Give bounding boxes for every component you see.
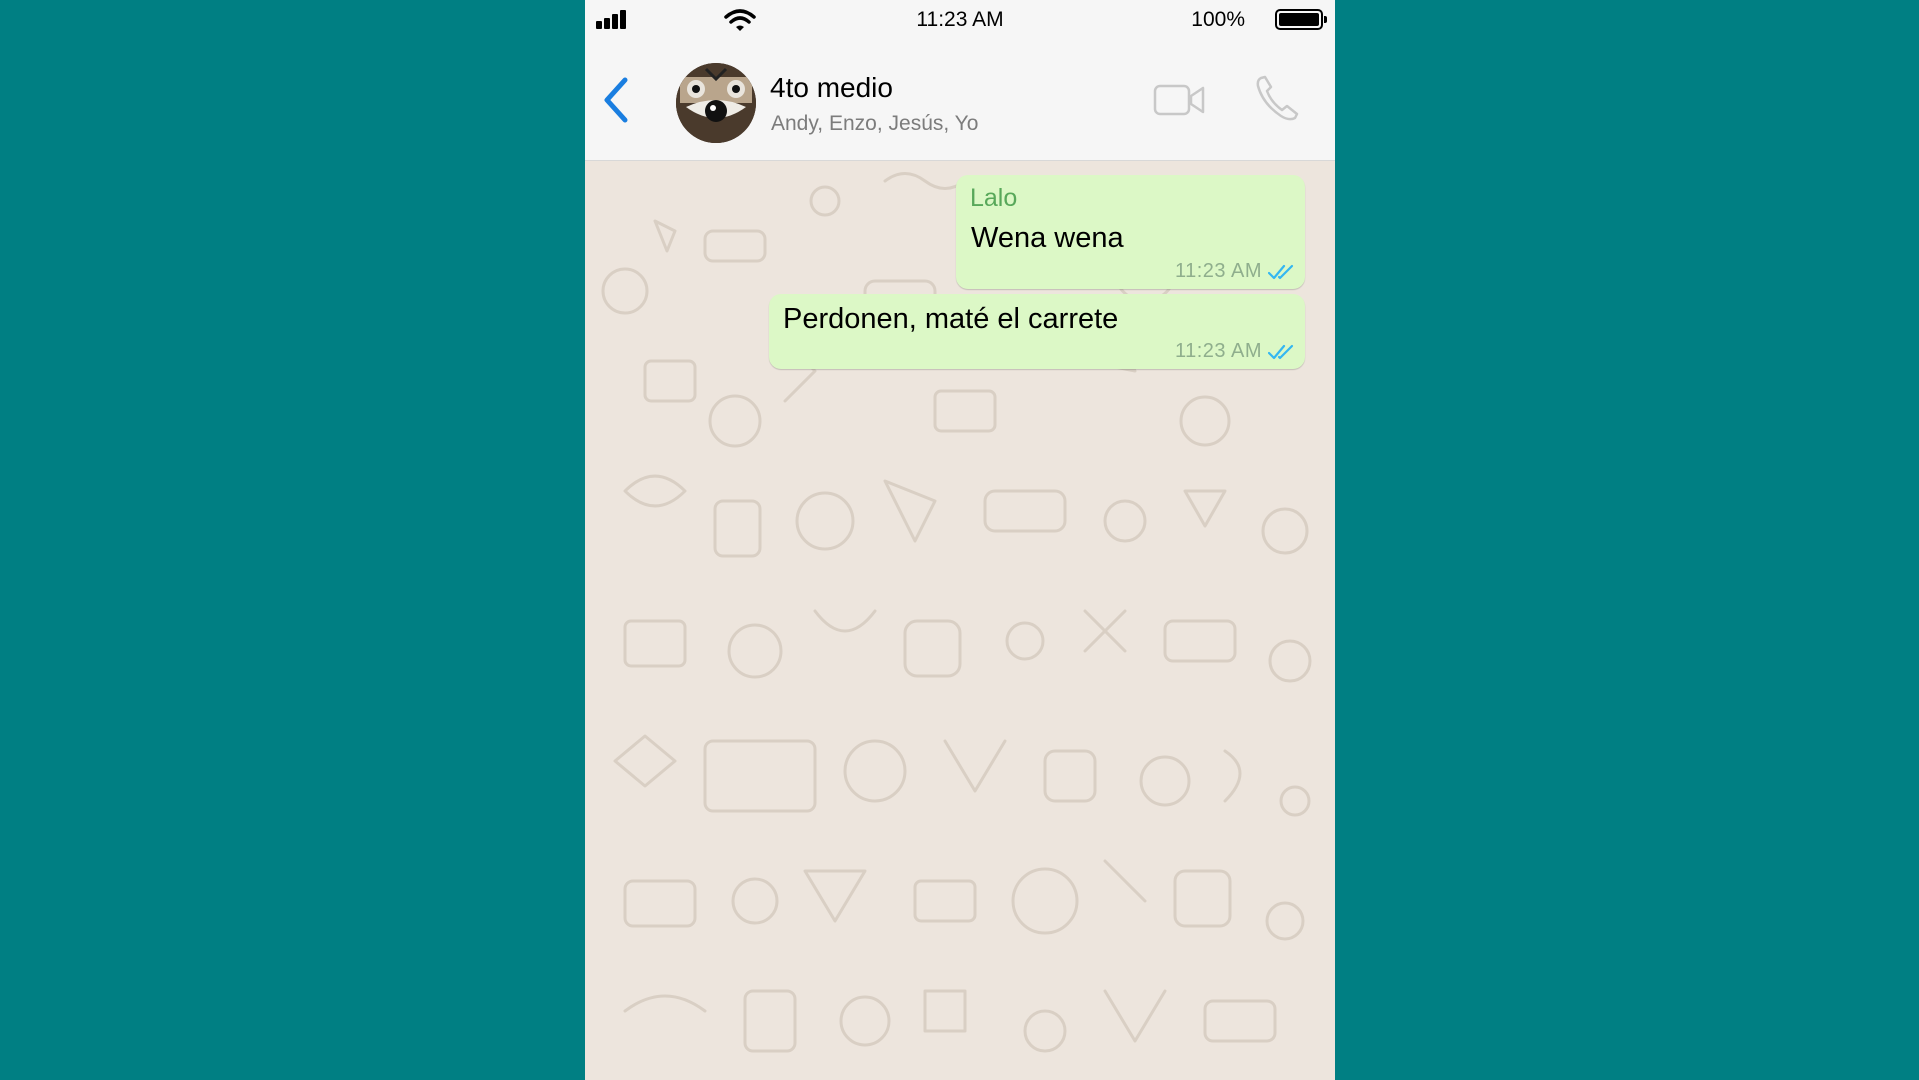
double-check-icon — [1268, 264, 1294, 279]
battery-icon — [1275, 9, 1327, 30]
message-sender: Lalo — [970, 184, 1018, 212]
message-text: Wena wena — [971, 222, 1124, 254]
phone-call-icon[interactable] — [1253, 74, 1301, 124]
group-avatar[interactable] — [676, 63, 756, 143]
status-bar: 11:23 AM 100% — [585, 0, 1335, 40]
battery-percent: 100% — [1191, 8, 1245, 31]
chat-title[interactable]: 4to medio — [770, 72, 893, 104]
message-meta: 11:23 AM — [1175, 340, 1295, 363]
message-time: 11:23 AM — [1174, 260, 1262, 282]
double-check-icon — [1268, 344, 1294, 359]
group-members[interactable]: Andy, Enzo, Jesús, Yo — [771, 112, 978, 136]
message-text: Perdonen, maté el carrete — [783, 303, 1119, 335]
back-chevron-icon[interactable] — [597, 72, 637, 128]
chat-header: 4to medio Andy, Enzo, Jesús, Yo — [585, 40, 1335, 161]
phone-screen: 11:23 AM 100% 4to medio Andy, Enzo, Jesú… — [585, 0, 1335, 1080]
message-bubble-outgoing[interactable]: Perdonen, maté el carrete 11:23 AM — [769, 294, 1305, 369]
message-bubble-outgoing[interactable]: Lalo Wena wena 11:23 AM — [956, 175, 1305, 289]
message-meta: 11:23 AM — [1175, 260, 1295, 283]
message-time: 11:23 AM — [1174, 340, 1262, 362]
video-call-icon[interactable] — [1153, 78, 1205, 122]
